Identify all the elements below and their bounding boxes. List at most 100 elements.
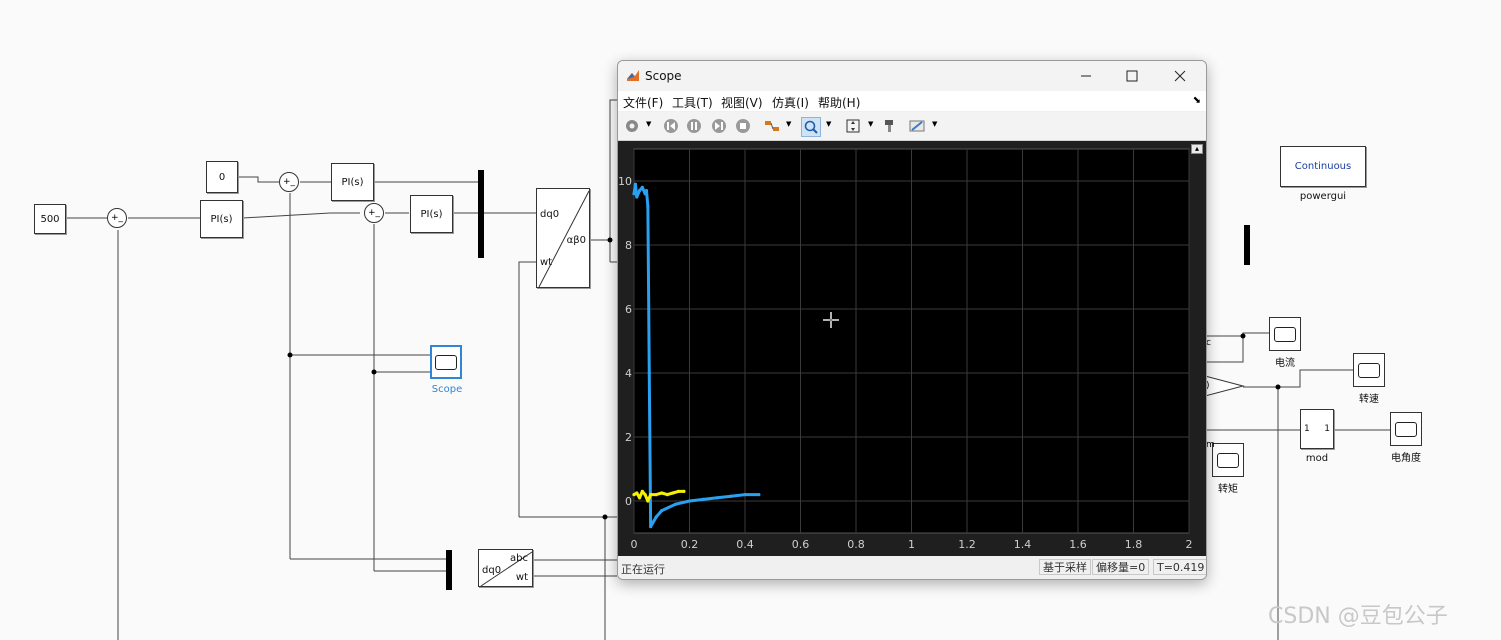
stop-icon	[736, 119, 750, 133]
status-sample: 基于采样	[1039, 559, 1091, 575]
sum-block-2[interactable]: +_	[279, 172, 299, 192]
settings-dropdown-icon[interactable]: ▼	[646, 120, 651, 128]
speed-scope-icon	[1358, 362, 1380, 378]
crosshair-cursor-icon	[823, 312, 839, 328]
x-tick-label: 0.4	[736, 538, 754, 551]
series-0-point	[660, 509, 664, 513]
powergui-block[interactable]: Continuous	[1280, 146, 1366, 187]
x-tick-label: 0	[631, 538, 638, 551]
series-0-point	[757, 493, 761, 497]
x-tick-label: 0.8	[847, 538, 865, 551]
plot-area[interactable]: 0 0.2 0.4 0.6 0.8 1 1.2 1.4 1.6 1.8 2 0 2 4 6 8 10 ▴	[618, 141, 1206, 556]
speed-scope-block[interactable]	[1353, 353, 1385, 387]
torque-scope-block[interactable]	[1212, 443, 1244, 477]
y-tick-label: 4	[625, 367, 632, 380]
series-1-point	[640, 489, 644, 493]
pi-controller-speed[interactable]: PI(s)	[200, 200, 243, 238]
angle-scope-block[interactable]	[1390, 412, 1422, 446]
title-bar[interactable]: Scope	[618, 61, 1206, 91]
x-tick-label: 1.4	[1014, 538, 1032, 551]
zoom-button[interactable]	[801, 117, 821, 137]
menu-help[interactable]: 帮助(H)	[818, 94, 860, 111]
inv-abc-port: abc	[510, 553, 528, 564]
style-button[interactable]	[881, 117, 899, 135]
menu-view[interactable]: 视图(V)	[721, 94, 763, 111]
series-0-point	[637, 189, 642, 193]
menu-file[interactable]: 文件(F)	[623, 94, 663, 111]
x-tick-label: 0.6	[792, 538, 810, 551]
series-0-point	[635, 195, 639, 199]
fit-button[interactable]	[844, 117, 862, 135]
scope-plot[interactable]: 0 0.2 0.4 0.6 0.8 1 1.2 1.4 1.6 1.8 2 0 2 4 6 8 10	[618, 141, 1206, 556]
dq0-to-ab0-block[interactable]: dq0 αβ0 wt	[536, 188, 590, 288]
highlight-dropdown-icon[interactable]: ▼	[786, 120, 791, 128]
status-offset: 偏移量=0	[1092, 559, 1150, 575]
pi-controller-d[interactable]: PI(s)	[331, 163, 374, 201]
series-1-point	[637, 496, 642, 500]
mux-block[interactable]	[478, 170, 484, 258]
style-icon	[885, 120, 893, 132]
sum-block-1[interactable]: +_	[107, 208, 127, 228]
x-tick-label: 1.6	[1069, 538, 1087, 551]
undock-icon[interactable]: ⬊	[1193, 95, 1201, 106]
maximize-button[interactable]	[1109, 61, 1155, 91]
series-1-point	[682, 489, 686, 493]
current-scope-block[interactable]	[1269, 317, 1301, 351]
mod-block[interactable]: 1 1	[1300, 409, 1334, 449]
plot-expand-button[interactable]: ▴	[1191, 144, 1203, 154]
window-title: Scope	[645, 69, 682, 83]
angle-scope-icon	[1395, 421, 1417, 437]
abc-to-dq0-block[interactable]: abc dq0 wt	[478, 549, 533, 587]
series-1-point	[665, 493, 669, 497]
scope-block-label: Scope	[431, 384, 463, 395]
minimize-button[interactable]	[1063, 61, 1109, 91]
y-tick-label: 8	[625, 239, 632, 252]
scope-window[interactable]: Scope 文件(F) 工具(T) 视图(V) 仿真(I) 帮助(H) ⬊ ▼	[617, 60, 1207, 580]
scope-block[interactable]	[430, 345, 462, 379]
stop-button[interactable]	[734, 117, 752, 135]
series-1-point	[643, 493, 647, 497]
demux-block[interactable]	[446, 550, 452, 590]
settings-button[interactable]	[623, 117, 641, 135]
close-button[interactable]	[1157, 61, 1203, 91]
y-tick-label: 0	[625, 495, 632, 508]
series-0-point	[633, 182, 637, 186]
scope-screen-icon	[435, 354, 457, 370]
series-0-point	[643, 192, 647, 196]
x-tick-label: 1.2	[958, 538, 976, 551]
pause-icon	[687, 119, 701, 133]
torque-scope-icon	[1217, 452, 1239, 468]
constant-0-block[interactable]: 0	[206, 161, 238, 193]
series-0-point	[654, 515, 658, 519]
gain-block[interactable]	[1204, 375, 1245, 397]
pause-button[interactable]	[685, 117, 703, 135]
measure-dropdown-icon[interactable]: ▼	[932, 120, 937, 128]
step-back-button[interactable]	[662, 117, 680, 135]
series-0-point	[715, 496, 719, 500]
series-1-point	[654, 493, 658, 497]
menu-tools[interactable]: 工具(T)	[672, 94, 713, 111]
mod-out-port: 1	[1324, 424, 1330, 434]
menu-simulation[interactable]: 仿真(I)	[772, 94, 809, 111]
right-mux-block[interactable]	[1244, 225, 1250, 265]
current-label: 电流	[1275, 358, 1295, 369]
constant-500-block[interactable]: 500	[34, 204, 66, 234]
close-icon	[1174, 70, 1186, 82]
fit-dropdown-icon[interactable]: ▼	[868, 120, 873, 128]
series-1-point	[646, 499, 650, 503]
matlab-icon	[627, 70, 639, 81]
step-forward-button[interactable]	[710, 117, 728, 135]
zoom-icon	[804, 120, 818, 134]
highlight-button[interactable]	[763, 117, 781, 135]
series-0-point	[701, 497, 705, 501]
torque-label: 转矩	[1218, 484, 1238, 495]
x-tick-label: 0.2	[681, 538, 699, 551]
status-bar: 正在运行 基于采样 偏移量=0 T=0.419	[618, 557, 1206, 579]
pi-controller-q[interactable]: PI(s)	[410, 195, 453, 233]
maximize-icon	[1126, 70, 1138, 82]
sum-block-3[interactable]: +_	[364, 203, 384, 223]
series-1-point	[676, 489, 680, 493]
zoom-dropdown-icon[interactable]: ▼	[826, 120, 831, 128]
y-tick-label: 2	[625, 431, 632, 444]
measure-button[interactable]	[908, 117, 926, 135]
